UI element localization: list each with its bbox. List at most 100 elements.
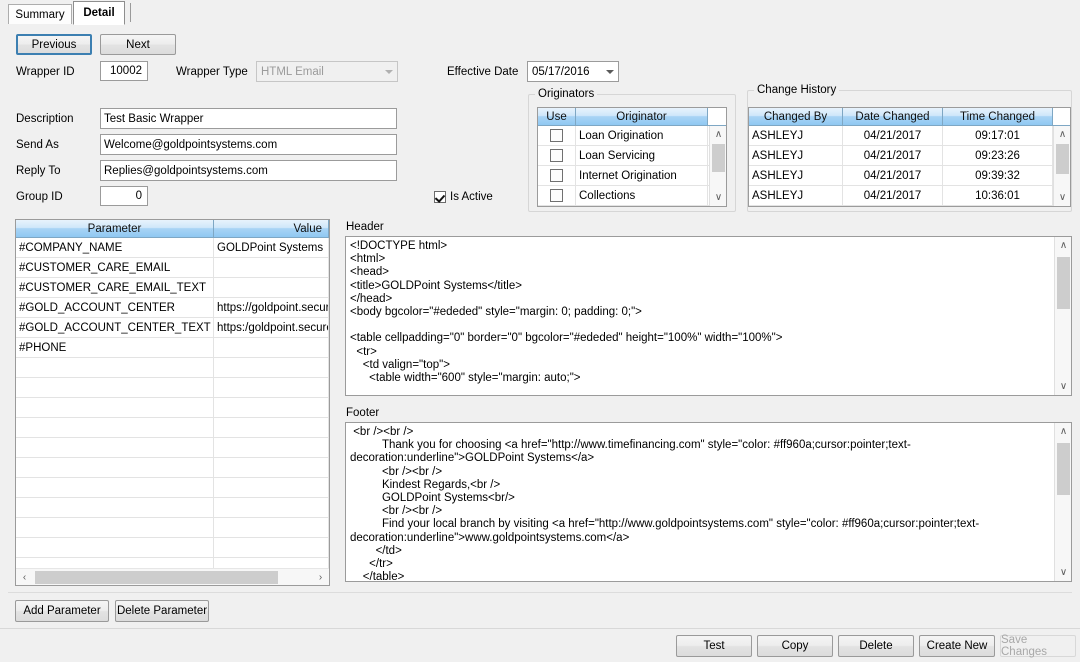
column-header-value[interactable]: Value: [214, 220, 329, 238]
create-new-button[interactable]: Create New: [919, 635, 995, 657]
column-header-originator[interactable]: Originator: [576, 108, 708, 126]
wrapper-id-label: Wrapper ID: [16, 66, 75, 78]
next-button[interactable]: Next: [100, 34, 176, 55]
table-row[interactable]: Loan Servicing: [538, 146, 726, 166]
scroll-up-icon[interactable]: ∧: [1055, 237, 1071, 254]
checkbox-icon: [550, 129, 563, 142]
table-row[interactable]: [16, 478, 329, 498]
send-as-field[interactable]: Welcome@goldpointsystems.com: [100, 134, 397, 155]
row-use-checkbox[interactable]: [538, 166, 576, 185]
header-code-viewport: <!DOCTYPE html> <html> <head> <title>GOL…: [346, 237, 1053, 395]
table-row[interactable]: Internet Origination: [538, 166, 726, 186]
row-date-changed: 04/21/2017: [843, 146, 943, 165]
description-value: Test Basic Wrapper: [104, 112, 204, 125]
table-row[interactable]: ASHLEYJ 04/21/2017 09:39:32: [749, 166, 1070, 186]
row-use-checkbox[interactable]: [538, 146, 576, 165]
change-history-vertical-scrollbar[interactable]: ∧ ∨: [1053, 126, 1070, 206]
table-row[interactable]: Collections: [538, 186, 726, 206]
table-row[interactable]: [16, 538, 329, 558]
reply-to-field[interactable]: Replies@goldpointsystems.com: [100, 160, 397, 181]
table-row[interactable]: [16, 438, 329, 458]
row-use-checkbox[interactable]: [538, 186, 576, 205]
column-header-use[interactable]: Use: [538, 108, 576, 126]
scroll-down-icon[interactable]: ∨: [710, 189, 726, 206]
parameters-horizontal-scrollbar[interactable]: ‹ ›: [16, 568, 329, 585]
scrollbar-thumb[interactable]: [1057, 443, 1070, 495]
table-row[interactable]: [16, 398, 329, 418]
originators-grid[interactable]: Use Originator Loan Origination Loan Ser…: [537, 107, 727, 207]
table-row[interactable]: [16, 418, 329, 438]
table-row[interactable]: [16, 498, 329, 518]
row-changed-by: ASHLEYJ: [749, 146, 843, 165]
send-as-label: Send As: [16, 139, 59, 151]
scroll-up-icon[interactable]: ∧: [1054, 126, 1070, 143]
table-row[interactable]: [16, 518, 329, 538]
wrapper-type-select[interactable]: HTML Email: [256, 61, 398, 82]
table-row[interactable]: #CUSTOMER_CARE_EMAIL: [16, 258, 329, 278]
is-active-label: Is Active: [450, 191, 493, 203]
tab-summary[interactable]: Summary: [8, 4, 72, 24]
scroll-left-icon[interactable]: ‹: [16, 569, 33, 585]
delete-parameter-button[interactable]: Delete Parameter: [115, 600, 209, 622]
scrollbar-thumb[interactable]: [1057, 257, 1070, 309]
row-changed-by: ASHLEYJ: [749, 186, 843, 205]
scrollbar-thumb[interactable]: [1056, 144, 1069, 174]
row-parameter-value: [214, 358, 329, 377]
scroll-right-icon[interactable]: ›: [312, 569, 329, 585]
row-date-changed: 04/21/2017: [843, 186, 943, 205]
row-use-checkbox[interactable]: [538, 126, 576, 145]
scroll-down-icon[interactable]: ∨: [1054, 189, 1070, 206]
column-header-time-changed[interactable]: Time Changed: [943, 108, 1053, 126]
table-row[interactable]: ASHLEYJ 04/21/2017 09:17:01: [749, 126, 1070, 146]
previous-button[interactable]: Previous: [16, 34, 92, 55]
scrollbar-thumb[interactable]: [712, 144, 725, 172]
footer-code-editor[interactable]: <br /><br /> Thank you for choosing <a h…: [345, 422, 1072, 582]
test-button[interactable]: Test: [676, 635, 752, 657]
row-parameter-name: #GOLD_ACCOUNT_CENTER_TEXT: [16, 318, 214, 337]
table-row[interactable]: ASHLEYJ 04/21/2017 10:36:01: [749, 186, 1070, 206]
originators-vertical-scrollbar[interactable]: ∧ ∨: [709, 126, 726, 206]
column-header-spacer: [1053, 108, 1070, 126]
row-parameter-name: [16, 498, 214, 517]
table-row[interactable]: [16, 358, 329, 378]
change-history-grid[interactable]: Changed By Date Changed Time Changed ASH…: [748, 107, 1071, 207]
delete-button[interactable]: Delete: [838, 635, 914, 657]
table-row[interactable]: #GOLD_ACCOUNT_CENTER_TEXT https:/goldpoin…: [16, 318, 329, 338]
scroll-up-icon[interactable]: ∧: [1055, 423, 1071, 440]
copy-button[interactable]: Copy: [757, 635, 833, 657]
footer-vertical-scrollbar[interactable]: ∧ ∨: [1054, 423, 1071, 581]
scroll-down-icon[interactable]: ∨: [1055, 378, 1071, 395]
table-row[interactable]: #GOLD_ACCOUNT_CENTER https://goldpoint.se…: [16, 298, 329, 318]
table-row[interactable]: Loan Origination: [538, 126, 726, 146]
description-field[interactable]: Test Basic Wrapper: [100, 108, 397, 129]
wrapper-id-field[interactable]: 10002: [100, 61, 148, 81]
scroll-down-icon[interactable]: ∨: [1055, 564, 1071, 581]
scroll-up-icon[interactable]: ∧: [710, 126, 726, 143]
tab-detail[interactable]: Detail: [73, 1, 125, 25]
table-row[interactable]: [16, 458, 329, 478]
header-vertical-scrollbar[interactable]: ∧ ∨: [1054, 237, 1071, 395]
row-parameter-name: #CUSTOMER_CARE_EMAIL_TEXT: [16, 278, 214, 297]
column-header-parameter[interactable]: Parameter: [16, 220, 214, 238]
is-active-checkbox[interactable]: Is Active: [434, 191, 493, 203]
scrollbar-thumb[interactable]: [35, 571, 278, 584]
table-row[interactable]: [16, 378, 329, 398]
table-row[interactable]: #CUSTOMER_CARE_EMAIL_TEXT: [16, 278, 329, 298]
header-code-editor[interactable]: <!DOCTYPE html> <html> <head> <title>GOL…: [345, 236, 1072, 396]
table-row[interactable]: ASHLEYJ 04/21/2017 09:23:26: [749, 146, 1070, 166]
row-changed-by: ASHLEYJ: [749, 126, 843, 145]
originators-group-label: Originators: [535, 88, 598, 100]
group-id-field[interactable]: 0: [100, 186, 148, 206]
description-label: Description: [16, 113, 74, 125]
parameters-grid[interactable]: Parameter Value #COMPANY_NAME GOLDPoint S…: [15, 219, 330, 586]
originators-grid-header: Use Originator: [538, 108, 726, 126]
effective-date-picker[interactable]: 05/17/2016: [527, 61, 619, 82]
add-parameter-button[interactable]: Add Parameter: [15, 600, 109, 622]
row-originator-name: Loan Servicing: [576, 146, 708, 165]
column-header-changed-by[interactable]: Changed By: [749, 108, 843, 126]
column-header-date-changed[interactable]: Date Changed: [843, 108, 943, 126]
table-row[interactable]: #COMPANY_NAME GOLDPoint Systems: [16, 238, 329, 258]
table-row[interactable]: #PHONE: [16, 338, 329, 358]
parameters-grid-header: Parameter Value: [16, 220, 329, 238]
row-parameter-value: [214, 458, 329, 477]
